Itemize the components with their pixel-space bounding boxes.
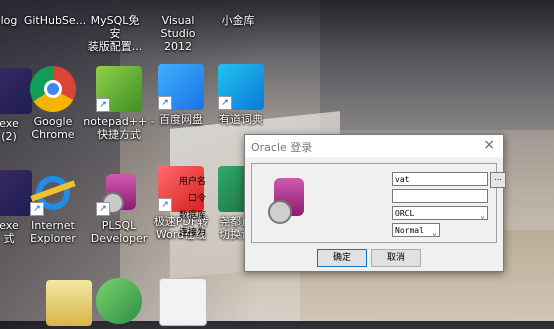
desktop-label-xiaojinku[interactable]: 小金库 bbox=[216, 14, 260, 27]
desktop-icon-internet-explorer[interactable]: ↗ Internet Explorer bbox=[16, 170, 90, 245]
shortcut-arrow-icon: ↗ bbox=[218, 96, 232, 110]
icon-label: Google Chrome bbox=[31, 115, 75, 141]
desktop-label-visual-studio[interactable]: Visual Studio 2012 bbox=[148, 14, 208, 53]
desktop-icon-youdao[interactable]: ↗ 有道词典 bbox=[204, 64, 278, 126]
android-studio-icon bbox=[96, 278, 142, 324]
ok-button[interactable]: 确定 bbox=[317, 249, 367, 267]
shortcut-arrow-icon: ↗ bbox=[158, 96, 172, 110]
cancel-button[interactable]: 取消 bbox=[371, 249, 421, 267]
chevron-down-icon: ⌄ bbox=[432, 228, 437, 237]
dialog-title: Oracle 登录 bbox=[251, 141, 313, 154]
shortcut-arrow-icon: ↗ bbox=[96, 202, 110, 216]
database-icon bbox=[264, 176, 308, 228]
shortcut-arrow-icon: ↗ bbox=[30, 202, 44, 216]
connect-as-select[interactable]: Normal ⌄ bbox=[392, 223, 440, 237]
youdao-icon: ↗ bbox=[218, 64, 264, 110]
ellipsis-button[interactable]: ... bbox=[490, 172, 506, 188]
database-label: 数据库 bbox=[178, 211, 206, 221]
database-value: ORCL bbox=[395, 209, 415, 218]
password-input[interactable] bbox=[392, 189, 488, 203]
oracle-login-dialog: Oracle 登录 × 用户名 vat ... 口令 数据库 ORCL ⌄ 连接… bbox=[179, 134, 506, 272]
notepad-plus-plus-icon: ↗ bbox=[96, 66, 142, 112]
plsql-developer-icon: ↗ bbox=[96, 170, 142, 216]
desktop-icon-chrome[interactable]: Google Chrome bbox=[16, 66, 90, 141]
desktop-icon-partial-2[interactable] bbox=[82, 278, 156, 327]
connect-as-value: Normal bbox=[395, 226, 424, 235]
dialog-titlebar[interactable]: Oracle 登录 × bbox=[245, 135, 503, 157]
blank-document-icon bbox=[159, 278, 207, 326]
chevron-down-icon: ⌄ bbox=[480, 211, 485, 220]
internet-explorer-icon: ↗ bbox=[30, 170, 76, 216]
shortcut-arrow-icon: ↗ bbox=[96, 98, 110, 112]
desktop-label-github[interactable]: GitHubSe... bbox=[22, 14, 88, 27]
baidu-netdisk-icon: ↗ bbox=[158, 64, 204, 110]
icon-label: Internet Explorer bbox=[30, 219, 76, 245]
wallpaper-window bbox=[320, 0, 554, 130]
username-label: 用户名 bbox=[178, 177, 206, 187]
chrome-icon bbox=[30, 66, 76, 112]
pdf-to-word-icon: ↗ bbox=[158, 166, 204, 212]
close-icon[interactable]: × bbox=[483, 137, 495, 153]
username-input[interactable]: vat bbox=[392, 172, 488, 186]
desktop-icon-partial-3[interactable] bbox=[146, 278, 220, 329]
password-label: 口令 bbox=[187, 194, 206, 204]
database-select[interactable]: ORCL ⌄ bbox=[392, 206, 488, 220]
desktop-label-mysql[interactable]: MySQL免安 装版配置... bbox=[86, 14, 144, 53]
dialog-body: 用户名 vat ... 口令 数据库 ORCL ⌄ 连接为 Normal ⌄ bbox=[179, 163, 506, 243]
icon-label: 有道词典 bbox=[219, 113, 263, 126]
connect-as-label: 连接为 bbox=[178, 228, 206, 238]
desktop-label-log[interactable]: log bbox=[0, 14, 18, 27]
